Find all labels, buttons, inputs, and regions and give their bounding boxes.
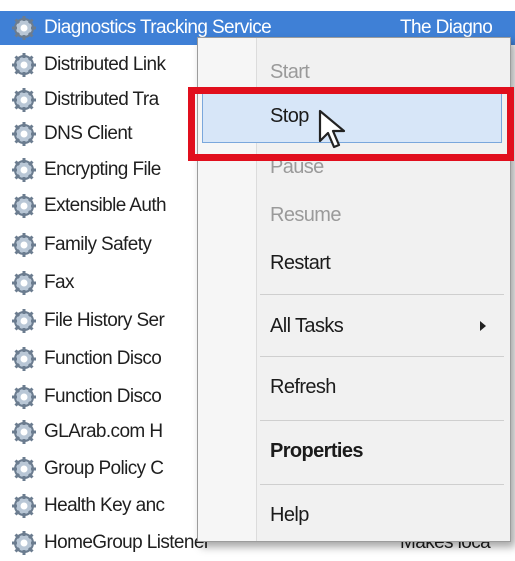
menu-separator — [260, 294, 504, 295]
service-name: Diagnostics Tracking Service — [44, 17, 272, 38]
gear-icon — [12, 420, 36, 444]
menu-item-resume[interactable]: Resume — [270, 200, 341, 230]
gear-icon — [12, 457, 36, 481]
service-name: Fax — [44, 272, 74, 293]
gear-icon — [12, 309, 36, 333]
gear-icon — [12, 122, 36, 146]
menu-separator — [260, 356, 504, 357]
service-name: Distributed Tra — [44, 89, 159, 110]
menu-item-all-tasks[interactable]: All Tasks — [270, 311, 344, 341]
service-name: Extensible Auth — [44, 195, 167, 216]
service-name: Group Policy C — [44, 458, 164, 479]
service-name: Function Disco — [44, 386, 162, 407]
service-name: GLArab.com H — [44, 421, 163, 442]
menu-separator — [260, 420, 504, 421]
menu-item-restart[interactable]: Restart — [270, 248, 331, 278]
service-name: Health Key anc — [44, 495, 165, 516]
gear-icon — [12, 158, 36, 182]
gear-icon — [12, 88, 36, 112]
gear-icon — [12, 233, 36, 257]
chevron-right-icon — [480, 321, 486, 331]
service-name: DNS Client — [44, 123, 133, 144]
service-name: Family Safety — [44, 234, 152, 255]
menu-item-properties[interactable]: Properties — [270, 436, 364, 466]
menu-item-start[interactable]: Start — [270, 57, 310, 87]
gear-icon — [12, 347, 36, 371]
gear-icon — [12, 494, 36, 518]
gear-icon — [12, 271, 36, 295]
menu-separator — [260, 484, 504, 485]
service-name: HomeGroup Listener — [44, 532, 210, 553]
gear-icon — [12, 194, 36, 218]
service-name: Distributed Link — [44, 54, 166, 75]
menu-item-help[interactable]: Help — [270, 500, 309, 530]
service-name: Function Disco — [44, 348, 162, 369]
gear-icon — [12, 16, 36, 40]
gear-icon — [12, 53, 36, 77]
gear-icon — [12, 385, 36, 409]
service-name: File History Ser — [44, 310, 165, 331]
cursor-icon — [318, 109, 346, 149]
menu-item-refresh[interactable]: Refresh — [270, 372, 336, 402]
gear-icon — [12, 531, 36, 555]
service-name: Encrypting File — [44, 159, 161, 180]
